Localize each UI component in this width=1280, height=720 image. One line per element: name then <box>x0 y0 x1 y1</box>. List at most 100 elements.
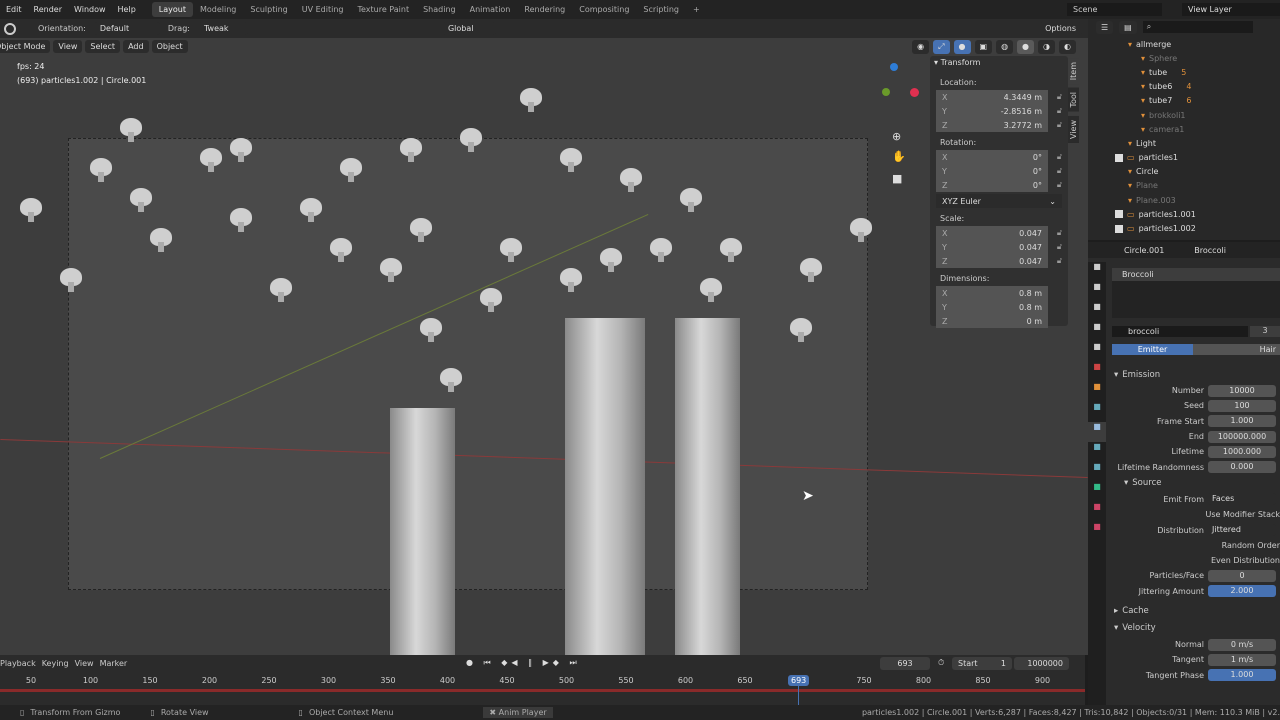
outliner-item[interactable]: ▾ Plane <box>1088 179 1280 193</box>
particle-system-item[interactable]: Broccoli <box>1112 268 1280 281</box>
velocity-field[interactable]: 1 m/s <box>1208 653 1276 666</box>
location-y-field[interactable]: Y -2.8516 m 🔓︎ <box>936 104 1062 118</box>
material-tab-icon[interactable]: ■ <box>1088 502 1106 522</box>
menu-object[interactable]: Object <box>151 40 188 53</box>
sidebar-tab-view[interactable]: View <box>1068 115 1079 143</box>
menu-keying[interactable]: Keying <box>42 659 69 668</box>
random-order-checkbox[interactable]: Random Order <box>1208 541 1280 550</box>
object-tab-icon[interactable]: ■ <box>1088 382 1106 402</box>
drag-dropdown[interactable]: Tweak <box>197 22 248 35</box>
jittering-amount-slider[interactable]: 2.000 <box>1208 585 1276 598</box>
start-frame-field[interactable]: Start 1 <box>952 657 1012 670</box>
view-layer-selector[interactable]: View Layer <box>1182 3 1280 16</box>
lock-icon[interactable]: 🔓︎ <box>1057 242 1062 252</box>
scale-y-field[interactable]: Y 0.047 🔓︎ <box>936 240 1062 254</box>
menu-view[interactable]: View <box>53 40 83 53</box>
hair-tab[interactable]: Hair <box>1193 344 1280 355</box>
outliner-item[interactable]: ▾ tube6 4 <box>1088 80 1280 94</box>
emission-panel-header[interactable]: ▾ Emission <box>1108 366 1280 383</box>
outliner-item[interactable]: ▾ Sphere <box>1088 51 1280 65</box>
end-frame-field[interactable]: 1000000 <box>1014 657 1069 670</box>
menu-window[interactable]: Window <box>68 5 112 14</box>
location-z-field[interactable]: Z 3.2772 m 🔓︎ <box>936 118 1062 132</box>
outliner-item[interactable]: ▾ tube 5 <box>1088 65 1280 79</box>
tab-sculpting[interactable]: Sculpting <box>243 2 294 17</box>
constraints-tab-icon[interactable]: ■ <box>1088 462 1106 482</box>
shading-buttons[interactable]: ◉ ⤢ ● ▣ ◍ ● ◑ ◐ <box>912 39 1076 54</box>
filter-icon[interactable]: ▤ <box>1119 20 1137 34</box>
dimensions-x-field[interactable]: X 0.8 m <box>936 286 1048 300</box>
dimensions-y-field[interactable]: Y 0.8 m <box>936 300 1048 314</box>
transform-header[interactable]: ▾ Transform <box>934 58 1064 72</box>
outliner-item[interactable]: ▾ tube7 6 <box>1088 94 1280 108</box>
velocity-field[interactable]: 1.000 <box>1208 669 1276 682</box>
outliner-item[interactable]: ▭ particles1 <box>1088 151 1280 165</box>
scale-x-field[interactable]: X 0.047 🔓︎ <box>936 226 1062 240</box>
emission-field[interactable]: 100000.000 <box>1208 430 1276 443</box>
emission-field[interactable]: 100 <box>1208 399 1276 412</box>
world-tab-icon[interactable]: ■ <box>1088 362 1106 382</box>
menu-marker[interactable]: Marker <box>100 659 128 668</box>
modifier-tab-icon[interactable]: ■ <box>1088 402 1106 422</box>
outliner-item[interactable]: ▾ camera1 <box>1088 122 1280 136</box>
navigation-gizmo[interactable]: ⊕ ✋ ■ <box>868 60 919 185</box>
outliner-item[interactable]: ▾ Plane.003 <box>1088 193 1280 207</box>
rotation-z-field[interactable]: Z 0° 🔓︎ <box>936 178 1062 192</box>
texture-tab-icon[interactable]: ■ <box>1088 522 1106 542</box>
menu-render[interactable]: Render <box>28 5 68 14</box>
tab-scripting[interactable]: Scripting <box>636 2 686 17</box>
outliner-item[interactable]: ▾ Light <box>1088 136 1280 150</box>
render-tab-icon[interactable]: ■ <box>1088 282 1106 302</box>
cache-panel-header[interactable]: ▸ Cache <box>1108 603 1280 620</box>
distribution-dropdown[interactable]: Jittered <box>1208 524 1276 537</box>
checkbox-icon[interactable] <box>1115 210 1123 219</box>
scene-selector[interactable]: Scene <box>1067 3 1162 16</box>
location-x-field[interactable]: X 4.3449 m 🔓︎ <box>936 90 1062 104</box>
lock-icon[interactable]: 🔓︎ <box>1057 256 1062 266</box>
menu-select[interactable]: Select <box>85 40 121 53</box>
lock-icon[interactable]: 🔓︎ <box>1057 120 1062 130</box>
transform-orientation-dropdown[interactable]: Global <box>441 22 496 35</box>
menu-playback[interactable]: Playback <box>0 659 36 668</box>
physics-tab-icon[interactable]: ■ <box>1088 442 1106 462</box>
options-dropdown[interactable]: Options <box>1039 22 1082 35</box>
rotation-x-field[interactable]: X 0° 🔓︎ <box>936 150 1062 164</box>
outliner-search[interactable]: ⌕ <box>1142 21 1253 33</box>
emitter-tab[interactable]: Emitter <box>1112 344 1193 355</box>
orientation-dropdown[interactable]: Default <box>93 22 160 35</box>
display-mode-icon[interactable]: ☰ <box>1096 20 1114 34</box>
tab-texture-paint[interactable]: Texture Paint <box>350 2 416 17</box>
lock-icon[interactable]: 🔓︎ <box>1057 92 1062 102</box>
sidebar-tab-item[interactable]: Item <box>1068 58 1079 85</box>
lock-icon[interactable]: 🔓︎ <box>1057 166 1062 176</box>
emission-field[interactable]: 0.000 <box>1208 461 1276 474</box>
dimensions-z-field[interactable]: Z 0 m <box>936 314 1048 328</box>
tab-rendering[interactable]: Rendering <box>517 2 572 17</box>
emit-from-dropdown[interactable]: Faces <box>1208 493 1276 506</box>
source-panel-header[interactable]: ▾ Source <box>1108 475 1280 492</box>
even-distribution-checkbox[interactable]: Even Distribution <box>1207 556 1280 565</box>
menu-add[interactable]: Add <box>123 40 149 53</box>
checkbox-icon[interactable] <box>1115 153 1123 162</box>
3d-viewport[interactable]: fps: 24 (693) particles1.002 | Circle.00… <box>0 38 1088 655</box>
tab-shading[interactable]: Shading <box>416 2 463 17</box>
tab-layout[interactable]: Layout <box>151 2 193 17</box>
menu-help[interactable]: Help <box>112 5 142 14</box>
tab-uv-editing[interactable]: UV Editing <box>295 2 351 17</box>
checkbox-icon[interactable] <box>1115 224 1123 233</box>
sidebar-tab-tool[interactable]: Tool <box>1068 88 1079 112</box>
outliner-item[interactable]: ▾ Circle <box>1088 165 1280 179</box>
scale-z-field[interactable]: Z 0.047 🔓︎ <box>936 254 1062 268</box>
outliner-item[interactable]: ▭ particles1.001 <box>1088 207 1280 221</box>
data-tab-icon[interactable]: ■ <box>1088 482 1106 502</box>
particle-settings-field[interactable]: broccoli <box>1112 326 1248 337</box>
tab-animation[interactable]: Animation <box>463 2 518 17</box>
lock-icon[interactable]: 🔓︎ <box>1057 152 1062 162</box>
view-layer-tab-icon[interactable]: ■ <box>1088 322 1106 342</box>
lock-icon[interactable]: 🔓︎ <box>1057 180 1062 190</box>
emission-field[interactable]: 10000 <box>1208 384 1276 397</box>
playback-controls[interactable]: ● ⏮ ◆◀ ‖ ▶◆ ⏭ <box>466 658 581 668</box>
emission-field[interactable]: 1.000 <box>1208 415 1276 428</box>
use-modifier-stack-checkbox[interactable]: Use Modifier Stack <box>1201 510 1280 519</box>
anim-player-job[interactable]: ✖ Anim Player <box>483 707 553 718</box>
